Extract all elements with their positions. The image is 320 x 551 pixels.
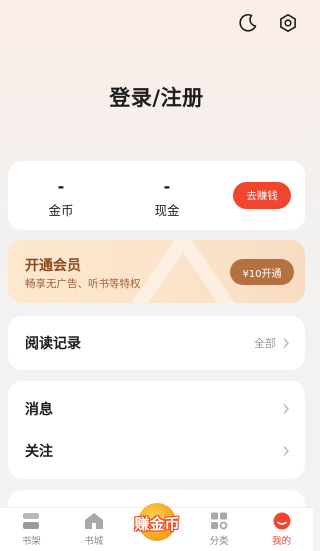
menu-card: 消息 关注 xyxy=(8,381,305,479)
tab-bookstore-label: 书城 xyxy=(84,536,104,547)
category-icon xyxy=(211,512,228,530)
chevron-right-icon xyxy=(283,404,289,414)
cash-label: 现金 xyxy=(154,203,180,218)
coins-label: 金币 xyxy=(48,203,74,218)
reading-history-all[interactable]: 全部 xyxy=(254,335,290,351)
login-register-link[interactable]: 登录/注册 xyxy=(0,82,313,112)
reading-history-row[interactable]: 阅读记录 全部 xyxy=(8,323,305,363)
vip-subtitle: 畅享无广告、听书等特权 xyxy=(25,278,141,290)
follow-row[interactable]: 关注 xyxy=(8,431,305,471)
cash-stat[interactable]: - 现金 xyxy=(137,179,197,219)
top-toolbar xyxy=(237,12,299,34)
wallet-card: - 金币 - 现金 去赚钱 xyxy=(8,161,305,230)
follow-label: 关注 xyxy=(25,444,53,460)
tab-mine-label: 我的 xyxy=(272,536,292,547)
earn-money-button[interactable]: 去赚钱 xyxy=(233,182,291,209)
tab-category[interactable]: 分类 xyxy=(188,508,251,551)
settings-icon[interactable] xyxy=(277,12,299,34)
mine-icon xyxy=(273,512,291,530)
tab-mine[interactable]: 我的 xyxy=(250,508,313,551)
tab-bookshelf[interactable]: 书架 xyxy=(0,508,63,551)
reading-history-label: 阅读记录 xyxy=(25,336,81,352)
chevron-right-icon xyxy=(283,446,289,456)
messages-row[interactable]: 消息 xyxy=(8,389,305,429)
vip-title: 开通会员 xyxy=(25,258,81,274)
bookstore-icon xyxy=(84,513,103,529)
tab-earn-label: 赚金币 xyxy=(134,514,180,533)
tab-earn-coins[interactable]: 赚金币 xyxy=(128,503,186,541)
messages-label: 消息 xyxy=(25,402,53,418)
vip-banner[interactable]: 开通会员 畅享无广告、听书等特权 ¥10开通 xyxy=(8,240,305,303)
coins-value: - xyxy=(57,177,65,196)
view-all-label: 全部 xyxy=(254,337,276,350)
reading-history-card: 阅读记录 全部 xyxy=(8,316,305,370)
coins-stat[interactable]: - 金币 xyxy=(31,179,91,219)
bottom-tab-bar: 书架 书城 分类 我的 赚金币 xyxy=(0,503,313,551)
vip-open-button[interactable]: ¥10开通 xyxy=(230,259,294,285)
moon-icon[interactable] xyxy=(237,12,259,34)
cash-value: - xyxy=(163,177,171,196)
chevron-right-icon xyxy=(283,338,289,348)
tab-bookshelf-label: 书架 xyxy=(21,536,41,547)
tab-bookstore[interactable]: 书城 xyxy=(63,508,126,551)
bookshelf-icon xyxy=(23,513,40,529)
tab-category-label: 分类 xyxy=(209,536,229,547)
